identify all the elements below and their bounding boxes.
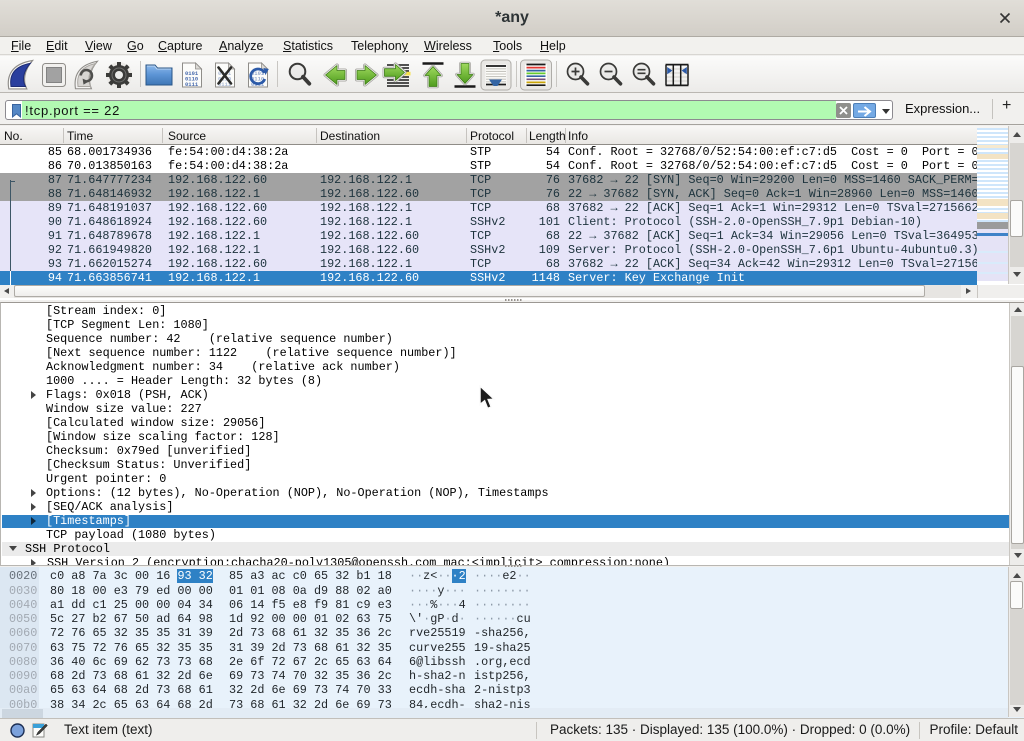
svg-text:0111: 0111 xyxy=(185,81,199,88)
